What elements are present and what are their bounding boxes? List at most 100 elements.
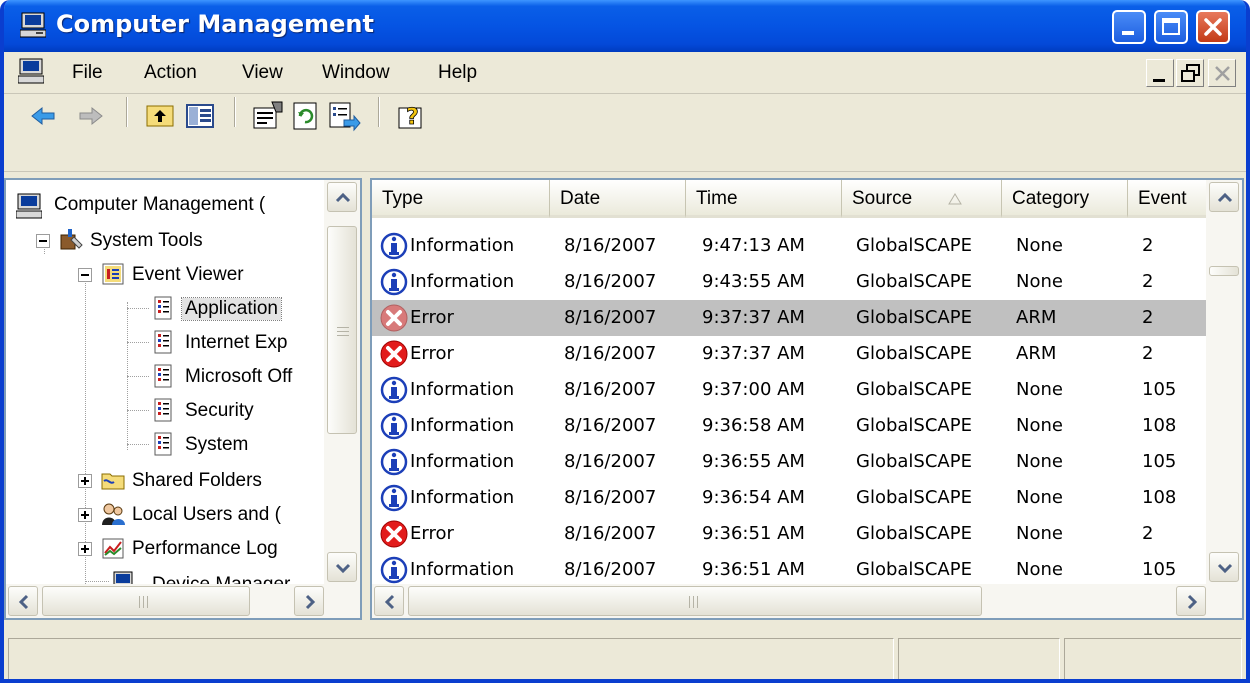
column-header-category[interactable]: Category	[1002, 180, 1128, 218]
list-scroll-right-button[interactable]	[1176, 586, 1206, 616]
table-row[interactable]: Error 8/16/2007 9:37:37 AM GlobalSCAPE ARM 2	[372, 300, 1210, 336]
table-row[interactable]: Error 8/16/2007 9:36:51 AM GlobalSCAPE None 2	[372, 516, 1210, 552]
list-scroll-left-button[interactable]	[374, 586, 404, 616]
table-row[interactable]: Information 8/16/2007 9:37:00 AM GlobalSCAP…	[372, 372, 1210, 408]
tree-item-label: Application	[181, 297, 282, 321]
list-scroll-thumb[interactable]	[1209, 266, 1239, 276]
toolbar-separator	[234, 97, 236, 127]
close-icon	[1215, 66, 1230, 81]
grip-icon	[689, 596, 698, 608]
child-close-button[interactable]	[1208, 59, 1236, 87]
up-one-level-button[interactable]	[142, 98, 178, 134]
type-cell: Error	[410, 343, 454, 364]
menu-bar: File Action View Window Help	[4, 52, 1246, 94]
table-row[interactable]: Information 8/16/2007 9:36:55 AM GlobalSCAP…	[372, 444, 1210, 480]
title-bar[interactable]: Computer Management	[4, 0, 1246, 52]
minimize-icon	[1122, 31, 1134, 35]
maximize-button[interactable]	[1154, 10, 1188, 44]
information-icon	[378, 266, 410, 298]
information-icon	[378, 554, 410, 586]
toolbar-separator	[378, 97, 380, 127]
properties-icon	[253, 101, 283, 129]
collapse-toggle[interactable]	[36, 234, 50, 248]
list-hscroll-thumb[interactable]	[408, 586, 982, 616]
minimize-button[interactable]	[1112, 10, 1146, 44]
date-cell: 8/16/2007	[564, 487, 657, 508]
show-hide-tree-button[interactable]	[182, 98, 218, 134]
table-row[interactable]: Information 8/16/2007 9:36:51 AM GlobalSCAP…	[372, 552, 1210, 588]
menu-file[interactable]: File	[72, 62, 103, 84]
column-header-label: Date	[560, 188, 601, 209]
event-viewer-icon	[102, 263, 124, 285]
column-header-date[interactable]: Date	[550, 180, 686, 218]
event-log-icon	[154, 432, 172, 456]
child-restore-button[interactable]	[1176, 59, 1204, 87]
document-system-icon[interactable]	[18, 58, 44, 84]
table-row[interactable]: Information 8/16/2007 9:36:58 AM GlobalSCAP…	[372, 408, 1210, 444]
chevron-up-icon	[1217, 192, 1233, 203]
export-list-icon	[329, 102, 361, 132]
collapse-toggle[interactable]	[78, 268, 92, 282]
forward-button[interactable]	[74, 98, 110, 134]
tree-scroll-thumb[interactable]	[327, 226, 357, 434]
date-cell: 8/16/2007	[564, 559, 657, 580]
column-header-source[interactable]: Source	[842, 180, 1002, 218]
back-arrow-icon	[31, 106, 55, 126]
column-header-event[interactable]: Event	[1128, 180, 1210, 218]
menu-action[interactable]: Action	[144, 62, 197, 84]
close-button[interactable]	[1196, 10, 1230, 44]
refresh-button[interactable]	[288, 98, 324, 134]
event-log-icon	[154, 398, 172, 422]
properties-button[interactable]	[250, 98, 286, 134]
expand-toggle[interactable]	[78, 508, 92, 522]
menu-view[interactable]: View	[242, 62, 283, 84]
export-list-button[interactable]	[326, 98, 362, 134]
tree-scroll-up-button[interactable]	[327, 182, 357, 212]
source-cell: GlobalSCAPE	[856, 523, 972, 544]
tree-item-label: Local Users and (	[132, 504, 281, 525]
source-cell: GlobalSCAPE	[856, 271, 972, 292]
tree-scroll-down-button[interactable]	[327, 552, 357, 582]
child-minimize-button[interactable]	[1146, 59, 1174, 87]
column-header-time[interactable]: Time	[686, 180, 842, 218]
computer-management-icon	[20, 12, 46, 38]
table-row[interactable]: Error 8/16/2007 9:37:37 AM GlobalSCAPE ARM 2	[372, 336, 1210, 372]
event-cell: 2	[1142, 343, 1154, 364]
event-cell: 2	[1142, 307, 1154, 328]
list-scroll-up-button[interactable]	[1209, 182, 1239, 212]
expand-toggle[interactable]	[78, 542, 92, 556]
menu-help[interactable]: Help	[438, 62, 477, 84]
tree-hscroll-thumb[interactable]	[42, 586, 250, 616]
event-cell: 2	[1142, 271, 1154, 292]
users-icon	[102, 503, 125, 525]
minimize-icon	[1153, 79, 1165, 82]
menu-window[interactable]: Window	[322, 62, 390, 84]
column-header-type[interactable]: Type	[372, 180, 550, 218]
help-button[interactable]: ?	[394, 98, 430, 134]
maximize-icon	[1162, 18, 1180, 35]
tree-scroll-right-button[interactable]	[294, 586, 324, 616]
list-vertical-scrollbar[interactable]	[1206, 180, 1242, 586]
category-cell: None	[1016, 379, 1063, 400]
forward-arrow-icon	[79, 106, 103, 126]
console-tree-pane[interactable]: Computer Management ( System Tools Event…	[4, 178, 362, 620]
type-cell: Information	[410, 487, 515, 508]
computer-management-window: Computer Management File Action View Win…	[0, 0, 1250, 683]
event-list-pane[interactable]: Type Date Time Source Category Event Inf…	[370, 178, 1244, 620]
back-button[interactable]	[24, 98, 60, 134]
svg-text:?: ?	[406, 105, 419, 130]
time-cell: 9:37:00 AM	[702, 379, 805, 400]
time-cell: 9:36:55 AM	[702, 451, 805, 472]
expand-toggle[interactable]	[78, 474, 92, 488]
table-row[interactable]: Information 8/16/2007 9:36:54 AM GlobalSCAP…	[372, 480, 1210, 516]
date-cell: 8/16/2007	[564, 379, 657, 400]
tree-scroll-left-button[interactable]	[8, 586, 38, 616]
tree-connector	[127, 342, 149, 343]
status-pane-tertiary	[1064, 638, 1242, 679]
category-cell: ARM	[1016, 343, 1057, 364]
list-scroll-down-button[interactable]	[1209, 552, 1239, 582]
event-cell: 108	[1142, 415, 1177, 436]
table-row[interactable]: Information 8/16/2007 9:43:55 AM GlobalSCAP…	[372, 264, 1210, 300]
table-row[interactable]: Information 8/16/2007 9:47:13 AM GlobalSCAP…	[372, 228, 1210, 264]
column-header-label: Time	[696, 188, 738, 209]
